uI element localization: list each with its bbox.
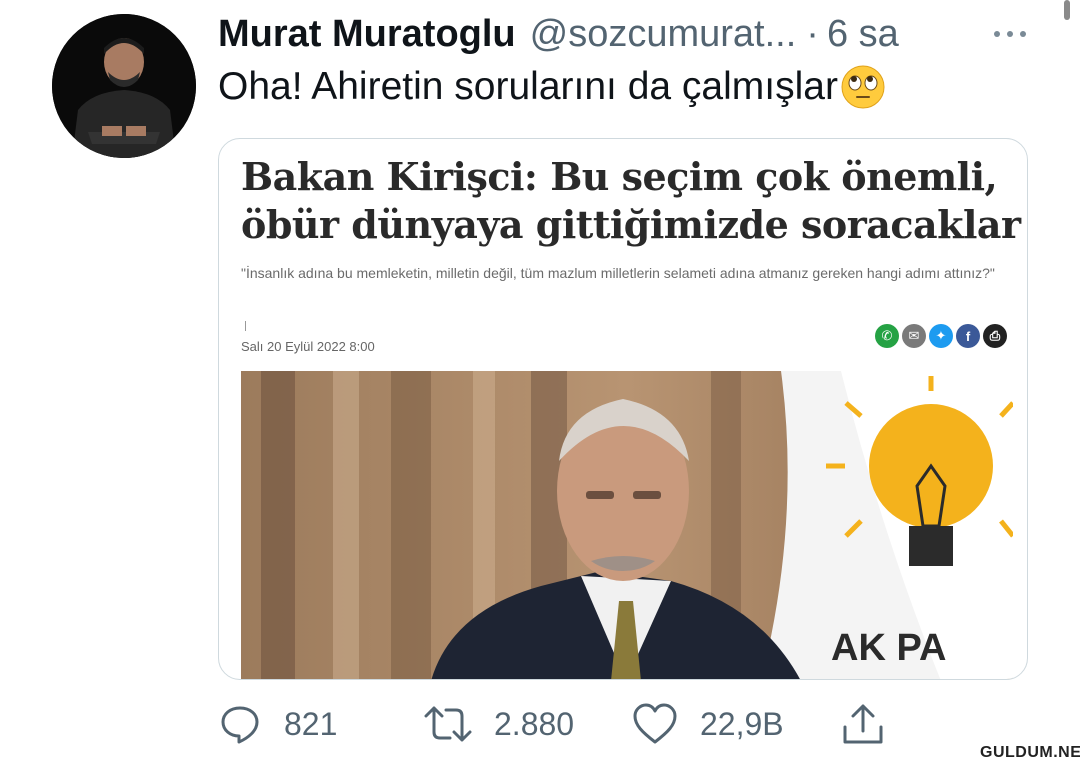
card-headline: Bakan Kirişci: Bu seçim çok önemli, öbür… [241, 154, 1021, 247]
reply-button[interactable]: 821 [218, 700, 337, 748]
divider-tick [245, 321, 246, 331]
flag-text: AK PA [831, 627, 947, 669]
author-name[interactable]: Murat Muratoglu [218, 13, 516, 56]
author-handle[interactable]: @sozcumurat... [530, 13, 797, 56]
avatar[interactable] [52, 14, 196, 158]
tweet-text: Oha! Ahiretin sorularını da çalmışlar [218, 64, 886, 110]
separator-dot: · [806, 12, 819, 55]
like-button[interactable]: 22,9B [632, 700, 784, 748]
reply-icon [221, 706, 259, 744]
tweet-actions: 821 2.880 22,9B [218, 700, 898, 748]
tweet-time[interactable]: 6 sa [827, 13, 899, 56]
retweet-count: 2.880 [494, 705, 575, 742]
like-count: 22,9B [700, 705, 784, 742]
print-icon[interactable]: ⎙ [983, 324, 1007, 348]
reply-count: 821 [284, 705, 338, 742]
link-card[interactable]: Bakan Kirişci: Bu seçim çok önemli, öbür… [218, 138, 1028, 680]
share-bar: ✆ ✉ ✦ f ⎙ [875, 324, 1007, 348]
card-date: Salı 20 Eylül 2022 8:00 [241, 339, 375, 354]
more-options-icon[interactable] [986, 24, 1034, 44]
face-with-rolling-eyes-icon [841, 65, 885, 109]
whatsapp-icon[interactable]: ✆ [875, 324, 899, 348]
email-icon[interactable]: ✉ [902, 324, 926, 348]
facebook-icon[interactable]: f [956, 324, 980, 348]
share-icon [843, 704, 883, 744]
card-subtitle: "İnsanlık adına bu memleketin, milletin … [241, 265, 995, 281]
share-button[interactable] [840, 700, 908, 748]
watermark: GULDUM.NET [980, 744, 1080, 761]
twitter-icon[interactable]: ✦ [929, 324, 953, 348]
tweet-header: Murat Muratoglu @sozcumurat... · 6 sa [218, 10, 899, 58]
avatar-image [52, 14, 196, 158]
heart-icon [633, 703, 677, 744]
tweet-body: Oha! Ahiretin sorularını da çalmışlar [218, 65, 838, 108]
retweet-button[interactable]: 2.880 [424, 700, 574, 748]
article-photo: AK PA [241, 371, 1013, 679]
retweet-icon [424, 706, 472, 742]
scrollbar[interactable] [1064, 0, 1070, 20]
